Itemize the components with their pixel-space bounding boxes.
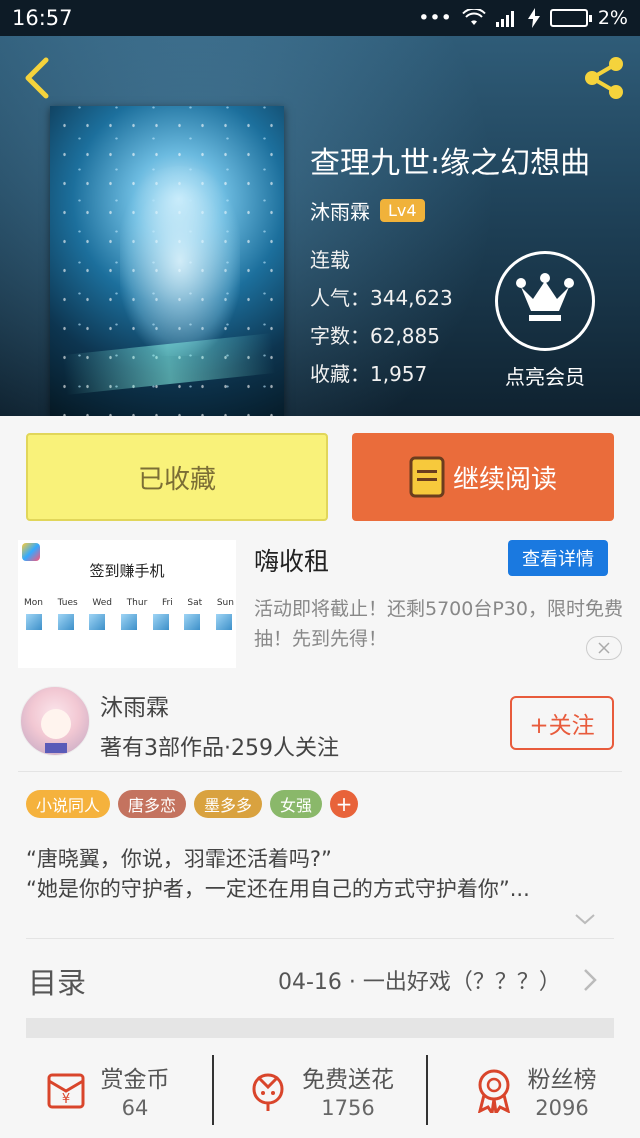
bottom-count: 1756 (321, 1096, 375, 1120)
book-cover[interactable] (50, 106, 284, 416)
close-icon[interactable] (586, 636, 622, 660)
ad-image-title: 签到赚手机 (89, 562, 165, 580)
serial-status: 连载 (310, 248, 350, 272)
fan-ranking-texts: 粉丝榜 2096 (528, 1060, 597, 1120)
medal-icon (477, 1069, 510, 1113)
ad-day: Tues (57, 598, 78, 608)
book-icon (409, 456, 445, 498)
toc-label[interactable]: 目录 (28, 960, 86, 1002)
tag[interactable]: 女强 (270, 790, 323, 818)
wifi-icon (462, 9, 486, 25)
bottom-bar: ¥ 赏金币 64 免费送花 1756 粉丝榜 2096 (0, 1042, 640, 1138)
level-badge: Lv4 (380, 199, 425, 222)
ad-card (152, 614, 169, 630)
reward-coin-texts: 赏金币 64 (101, 1060, 170, 1120)
reward-coin-button[interactable]: ¥ 赏金币 64 (0, 1042, 212, 1138)
ad-detail-button[interactable]: 查看详情 (508, 540, 608, 576)
avatar[interactable] (20, 686, 90, 756)
tag[interactable]: 小说同人 (26, 790, 111, 818)
toc-latest-chapter[interactable]: 04-16 · 一出好戏（？？？） (278, 964, 561, 996)
coin-envelope-icon: ¥ (47, 1073, 84, 1109)
cover-figure (120, 166, 240, 356)
tag-list: 小说同人 唐多恋 墨多多 女强 + (26, 790, 359, 818)
intro-line: “唐晓翼，你说，羽霏还活着吗?” (26, 847, 332, 871)
crown-icon (516, 273, 574, 321)
svg-text:¥: ¥ (61, 1092, 69, 1107)
vip-button[interactable]: 点亮会员 (494, 251, 596, 390)
book-intro[interactable]: “唐晓翼，你说，羽霏还活着吗?” “她是你的守护者，一定还在用自己的方式守护着你… (26, 844, 616, 904)
author-card[interactable]: 沐雨霖 著有3部作品·259人关注 +关注 (0, 680, 640, 772)
ad-day: Sat (187, 598, 203, 608)
continue-reading-label: 继续阅读 (452, 464, 557, 495)
ad-card (215, 614, 232, 630)
book-header: 查理九世:缘之幻想曲 沐雨霖 Lv4 连载 人气：344,623 字数：62,8… (0, 36, 640, 416)
ad-card (120, 614, 137, 630)
free-flower-button[interactable]: 免费送花 1756 (214, 1042, 426, 1138)
ad-cards (26, 614, 232, 630)
status-time: 16:57 (12, 6, 73, 30)
chevron-right-icon[interactable] (580, 966, 600, 994)
author-name[interactable]: 沐雨霖 (310, 196, 370, 225)
signal-icon (495, 11, 514, 27)
author-card-name: 沐雨霖 (100, 695, 169, 721)
vip-circle (495, 251, 595, 351)
ad-days: Mon Tues Wed Thur Fri Sat Sun (24, 598, 234, 608)
share-icon[interactable] (580, 54, 628, 102)
tag[interactable]: 唐多恋 (118, 790, 187, 818)
bottom-label: 免费送花 (302, 1067, 394, 1093)
status-bar: 16:57 ••• 2% (0, 0, 640, 36)
bottom-label: 粉丝榜 (527, 1067, 597, 1093)
word-count: 字数：62,885 (310, 324, 440, 348)
avatar-face (41, 709, 71, 739)
intro-line: “她是你的守护者，一定还在用自己的方式守护着你”... (26, 877, 530, 901)
favorites-count: 收藏：1,957 (310, 362, 428, 386)
fan-ranking-button[interactable]: 粉丝榜 2096 (428, 1042, 640, 1138)
continue-reading-button[interactable]: 继续阅读 (352, 433, 614, 521)
ad-day: Mon (24, 598, 43, 608)
bottom-label: 赏金币 (100, 1067, 170, 1093)
ad-logo-icon (22, 543, 40, 561)
free-flower-texts: 免费送花 1756 (302, 1060, 394, 1120)
ad-description: 活动即将截止！还剩5700台P30，限时免费抽！先到先得！ (254, 598, 623, 650)
ad-image[interactable]: 签到赚手机 Mon Tues Wed Thur Fri Sat Sun (18, 540, 236, 668)
bottom-count: 64 (121, 1096, 149, 1120)
back-icon[interactable] (18, 56, 54, 100)
author-card-stats: 著有3部作品·259人关注 (100, 736, 339, 761)
book-title: 查理九世:缘之幻想曲 (310, 146, 591, 181)
section-band (26, 1018, 614, 1038)
ad-card (26, 614, 42, 630)
vip-label: 点亮会员 (505, 365, 585, 389)
status-icons: ••• 2% (418, 7, 628, 29)
avatar-bow (45, 743, 67, 753)
collected-button[interactable]: 已收藏 (26, 433, 328, 521)
bottom-count: 2096 (535, 1096, 589, 1120)
flower-icon (252, 1073, 284, 1111)
ad-banner[interactable]: 签到赚手机 Mon Tues Wed Thur Fri Sat Sun 嗨收租 … (0, 532, 640, 680)
tag[interactable]: 墨多多 (194, 790, 263, 818)
divider (18, 771, 622, 772)
ad-day: Fri (161, 598, 173, 608)
ad-title: 嗨收租 (254, 547, 330, 576)
ad-card (57, 614, 74, 630)
ad-day: Wed (92, 598, 113, 608)
ad-day: Sun (216, 598, 234, 608)
collected-label: 已收藏 (137, 464, 216, 495)
add-tag-button[interactable]: + (330, 790, 359, 818)
battery-icon (549, 9, 592, 27)
follow-button[interactable]: +关注 (510, 696, 614, 750)
divider (26, 938, 614, 939)
popularity: 人气：344,623 (310, 286, 453, 310)
author-row[interactable]: 沐雨霖 Lv4 (310, 196, 425, 225)
charging-icon (527, 8, 540, 28)
ad-card (89, 614, 106, 630)
ad-card (184, 614, 201, 630)
chevron-down-icon[interactable] (572, 906, 598, 932)
more-dots-icon: ••• (418, 7, 452, 29)
ad-day: Thur (126, 598, 148, 608)
battery-percent: 2% (597, 7, 628, 29)
